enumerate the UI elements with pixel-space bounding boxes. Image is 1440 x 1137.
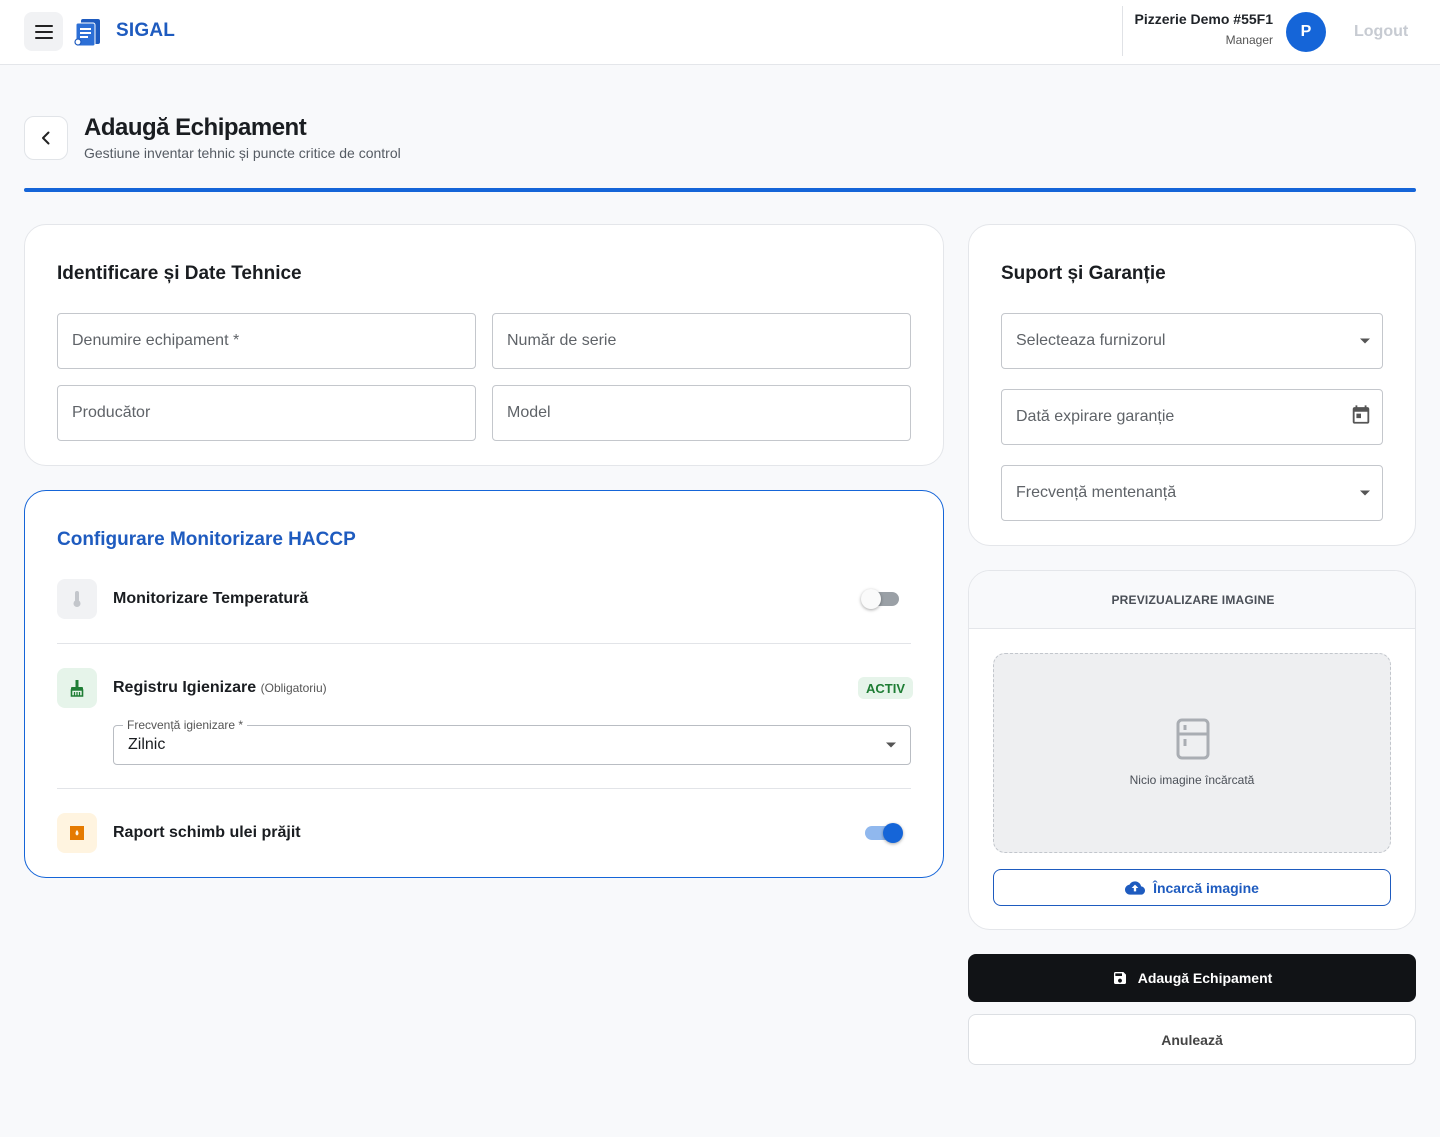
fridge-icon: [1176, 718, 1210, 760]
document-logo-icon: [74, 19, 100, 47]
hygiene-required-note: (Obligatoriu): [260, 681, 327, 695]
equipment-name-field[interactable]: Denumire echipament *: [57, 313, 476, 369]
cancel-button[interactable]: Anulează: [968, 1014, 1416, 1065]
hamburger-icon: [34, 24, 53, 39]
calendar-icon[interactable]: [1350, 404, 1372, 426]
save-icon: [1113, 972, 1126, 984]
header-accent-line: [24, 188, 1416, 192]
row-divider: [57, 643, 911, 644]
serial-number-field[interactable]: Număr de serie: [492, 313, 911, 369]
hygiene-frequency-select[interactable]: Frecvență igienizare * Zilnic: [113, 718, 911, 765]
back-button[interactable]: [24, 116, 68, 160]
identification-card: Identificare și Date Tehnice Denumire ec…: [24, 224, 944, 466]
location-name: Pizzerie Demo #55F1: [1134, 11, 1273, 27]
image-dropzone[interactable]: Nicio imagine încărcată: [993, 653, 1391, 853]
avatar[interactable]: P: [1286, 12, 1326, 52]
supplier-select[interactable]: Selecteaza furnizorul: [1001, 313, 1383, 369]
haccp-card: Configurare Monitorizare HACCP Monitoriz…: [24, 490, 944, 878]
warranty-date-label: Dată expirare garanție: [1016, 408, 1175, 425]
identification-title: Identificare și Date Tehnice: [57, 263, 302, 284]
hygiene-frequency-value: Zilnic: [128, 736, 166, 753]
haccp-title: Configurare Monitorizare HACCP: [57, 529, 356, 550]
hygiene-frequency-label: Frecvență igienizare *: [123, 718, 248, 732]
maintenance-frequency-select[interactable]: Frecvență mentenanță: [1001, 465, 1383, 521]
oil-change-report-label: Raport schimb ulei prăjit: [113, 824, 301, 841]
logout-button[interactable]: Logout: [1354, 23, 1408, 41]
caret-down-icon: [1360, 338, 1370, 344]
top-bar: SIGAL Pizzerie Demo #55F1 Manager P Logo…: [0, 0, 1440, 65]
model-field[interactable]: Model: [492, 385, 911, 441]
image-preview-card: PREVIZUALIZARE IMAGINE Nicio imagine înc…: [968, 570, 1416, 930]
fryer-oil-icon: [57, 813, 97, 853]
menu-button[interactable]: [24, 12, 63, 51]
toggle-knob: [883, 823, 903, 843]
maintenance-frequency-label: Frecvență mentenanță: [1016, 484, 1177, 501]
hygiene-register-title: Registru Igienizare: [113, 679, 257, 696]
add-equipment-button[interactable]: Adaugă Echipament: [968, 954, 1416, 1002]
chevron-left-icon: [42, 131, 50, 145]
thermometer-icon: [57, 579, 97, 619]
supplier-select-label: Selecteaza furnizorul: [1016, 332, 1166, 349]
support-card: Suport și Garanție Selecteaza furnizorul…: [968, 224, 1416, 546]
image-preview-heading: PREVIZUALIZARE IMAGINE: [969, 571, 1415, 629]
status-badge: ACTIV: [858, 677, 913, 699]
row-divider: [57, 788, 911, 789]
page-subtitle: Gestiune inventar tehnic și puncte criti…: [84, 145, 401, 161]
user-role: Manager: [1225, 33, 1273, 47]
brand-name[interactable]: SIGAL: [116, 20, 175, 42]
cloud-upload-icon: [1125, 880, 1146, 895]
hygiene-register-label: Registru Igienizare (Obligatoriu): [113, 679, 327, 697]
add-equipment-label: Adaugă Echipament: [1137, 970, 1273, 986]
support-title: Suport și Garanție: [1001, 263, 1166, 284]
caret-down-icon: [886, 742, 896, 748]
temperature-monitoring-label: Monitorizare Temperatură: [113, 590, 309, 607]
no-image-text: Nicio imagine încărcată: [1129, 773, 1255, 787]
oil-change-toggle[interactable]: [865, 823, 903, 843]
broom-icon: [57, 668, 97, 708]
upload-image-button[interactable]: Încarcă imagine: [993, 869, 1391, 906]
page-title: Adaugă Echipament: [84, 114, 307, 141]
header-divider: [1122, 6, 1123, 56]
manufacturer-field[interactable]: Producător: [57, 385, 476, 441]
temperature-toggle[interactable]: [861, 589, 899, 609]
warranty-date-field[interactable]: Dată expirare garanție: [1001, 389, 1383, 445]
caret-down-icon: [1360, 490, 1370, 496]
upload-image-label: Încarcă imagine: [1153, 879, 1259, 896]
toggle-knob: [861, 589, 881, 609]
